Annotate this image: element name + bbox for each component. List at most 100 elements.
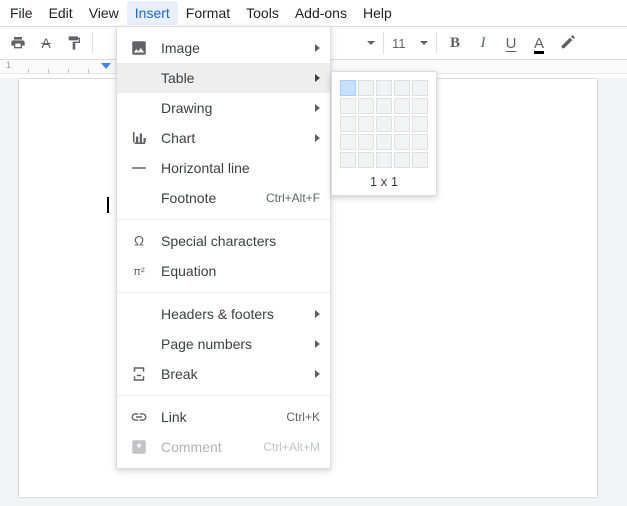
menu-item-shortcut: Ctrl+Alt+M [263,440,320,454]
menubar-help[interactable]: Help [355,1,400,25]
menubar-tools[interactable]: Tools [238,1,287,25]
menu-separator [117,395,330,396]
highlight-button[interactable] [553,29,581,57]
toolbar-separator [92,32,93,54]
menubar-view[interactable]: View [81,1,127,25]
table-picker-cell[interactable] [376,116,392,132]
omega-icon: Ω [130,232,148,250]
menu-item-break[interactable]: Break [117,359,330,389]
menu-item-horizontal-line[interactable]: Horizontal line [117,153,330,183]
text-color-button[interactable]: A [525,29,553,57]
menu-item-label: Table [161,70,315,86]
paint-format-button[interactable] [60,29,88,57]
image-icon [129,38,149,58]
omega-icon: Ω [129,231,149,251]
table-picker-cell[interactable] [376,98,392,114]
menu-item-link[interactable]: LinkCtrl+K [117,402,330,432]
table-picker-cell[interactable] [412,116,428,132]
hr-icon [129,158,149,178]
table-picker-cell[interactable] [340,98,356,114]
table-picker-cell[interactable] [340,134,356,150]
spellcheck-icon: A [41,35,50,51]
table-picker-cell[interactable] [412,152,428,168]
menubar: FileEditViewInsertFormatToolsAdd-onsHelp [0,0,627,26]
blank-icon [129,334,149,354]
link-icon [129,407,149,427]
table-picker-submenu: 1 x 1 [331,71,437,196]
submenu-arrow-icon [315,74,320,82]
spellcheck-button[interactable]: A [32,29,60,57]
menu-item-label: Image [161,40,315,56]
print-button[interactable] [4,29,32,57]
font-family-dropdown[interactable] [359,31,379,55]
bold-icon: B [450,35,460,52]
table-picker-cell[interactable] [340,152,356,168]
menubar-file[interactable]: File [2,1,41,25]
table-picker-size-label: 1 x 1 [340,168,428,189]
table-picker-cell[interactable] [358,98,374,114]
blank-icon [129,98,149,118]
highlighter-icon [558,34,576,52]
underline-button[interactable]: U [497,29,525,57]
menubar-insert[interactable]: Insert [127,1,178,25]
table-picker-cell[interactable] [376,134,392,150]
table-picker-cell[interactable] [412,134,428,150]
table-picker-cell[interactable] [394,134,410,150]
table-picker-cell[interactable] [376,80,392,96]
ruler-number: 1 [6,60,11,70]
table-picker-cell[interactable] [412,98,428,114]
menu-item-equation[interactable]: π²Equation [117,256,330,286]
table-picker-cell[interactable] [394,80,410,96]
indent-marker[interactable] [101,63,111,69]
bold-button[interactable]: B [441,29,469,57]
table-picker-cell[interactable] [358,152,374,168]
menu-item-chart[interactable]: Chart [117,123,330,153]
menu-item-label: Comment [161,439,263,455]
chevron-down-icon [420,41,428,45]
toolbar-separator [436,32,437,54]
submenu-arrow-icon [315,134,320,142]
menu-item-label: Break [161,366,315,382]
insert-menu: Image Table DrawingChartHorizontal lineFoo… [116,26,331,469]
menubar-addons[interactable]: Add-ons [287,1,355,25]
submenu-arrow-icon [315,370,320,378]
table-picker-cell[interactable] [340,80,356,96]
menubar-edit[interactable]: Edit [41,1,81,25]
italic-button[interactable]: I [469,29,497,57]
menu-item-table[interactable]: Table [117,63,330,93]
hr-icon [130,159,148,177]
table-picker-cell[interactable] [376,152,392,168]
menu-item-label: Special characters [161,233,320,249]
menu-item-image[interactable]: Image [117,33,330,63]
font-size-value: 11 [392,36,406,51]
table-picker-cell[interactable] [394,98,410,114]
table-picker-cell[interactable] [358,80,374,96]
menu-item-drawing[interactable]: Drawing [117,93,330,123]
pi-icon: π² [130,262,148,280]
svg-text:π²: π² [133,266,145,278]
italic-icon: I [481,35,486,52]
menu-item-label: Headers & footers [161,306,315,322]
underline-icon: U [506,35,517,52]
menu-item-special-characters[interactable]: Ω Special characters [117,226,330,256]
chart-icon [129,128,149,148]
menu-item-comment: CommentCtrl+Alt+M [117,432,330,462]
table-picker-cell[interactable] [412,80,428,96]
table-picker-grid[interactable] [340,80,428,168]
table-picker-cell[interactable] [358,116,374,132]
blank-icon [129,304,149,324]
table-picker-cell[interactable] [394,116,410,132]
image-icon [130,39,148,57]
menu-item-label: Link [161,409,286,425]
menu-item-headers-footers[interactable]: Headers & footers [117,299,330,329]
table-picker-cell[interactable] [358,134,374,150]
comment-icon [129,437,149,457]
menu-item-footnote[interactable]: FootnoteCtrl+Alt+F [117,183,330,213]
menubar-format[interactable]: Format [178,1,238,25]
font-size-dropdown[interactable]: 11 [388,31,432,55]
table-picker-cell[interactable] [340,116,356,132]
link-icon [130,408,148,426]
break-icon [130,365,148,383]
menu-item-page-numbers[interactable]: Page numbers [117,329,330,359]
table-picker-cell[interactable] [394,152,410,168]
